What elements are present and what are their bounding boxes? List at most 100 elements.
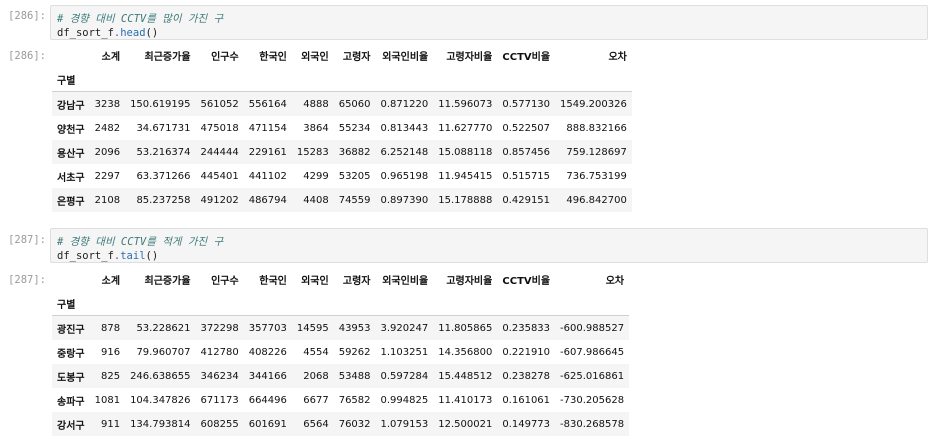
table-cell: 0.813443 bbox=[380, 122, 429, 134]
table-cell: 0.965198 bbox=[380, 170, 429, 182]
table-cell: 4299 bbox=[303, 170, 329, 182]
table-cell: 4888 bbox=[303, 98, 329, 110]
index-name: 구별 bbox=[52, 291, 90, 316]
table-cell: 36882 bbox=[338, 146, 371, 158]
table-cell: 4408 bbox=[303, 194, 329, 206]
table-cell: 2068 bbox=[303, 370, 329, 382]
table-cell: 15.088118 bbox=[438, 146, 493, 158]
table-cell: 372298 bbox=[200, 322, 239, 334]
code-parens: () bbox=[145, 27, 159, 39]
table-cell: 357703 bbox=[248, 322, 287, 334]
dataframe-output-table: 소계 최근증가율 인구수 한국인 외국인 고령자 외국인비율 고령자비율 CCTV비율 오차 구별 광… bbox=[52, 267, 630, 436]
table-row: 강서구 911 134.793814 608255 601691 6564 76032 1.0… bbox=[52, 412, 630, 436]
column-header: 최근증가율 bbox=[144, 275, 191, 287]
column-header: 고령자 bbox=[342, 275, 371, 287]
column-header: CCTV비율 bbox=[502, 51, 551, 63]
table-cell: 134.793814 bbox=[130, 418, 191, 430]
table-cell: -730.205628 bbox=[560, 394, 625, 406]
table-cell: -830.268578 bbox=[560, 418, 625, 430]
row-index-label: 용산구 bbox=[57, 148, 85, 160]
code-comment: # 경향 대비 CCTV를 많이 가진 구 bbox=[57, 13, 224, 25]
index-header-spacer bbox=[243, 291, 292, 316]
table-cell: 1081 bbox=[94, 394, 121, 406]
code-variable: df_sort_f bbox=[57, 250, 114, 262]
table-cell: 2297 bbox=[94, 170, 121, 182]
table-row: 은평구 2108 85.237258 491202 486794 4408 74559 0.8… bbox=[52, 188, 632, 212]
table-cell: 53488 bbox=[338, 370, 371, 382]
code-input-editor[interactable]: # 경향 대비 CCTV를 적게 가진 구 df_sort_f.tail() bbox=[50, 228, 928, 263]
code-method: tail bbox=[120, 250, 146, 262]
column-header: 고령자비율 bbox=[446, 275, 493, 287]
index-header-spacer bbox=[433, 291, 498, 316]
table-cell: 0.515715 bbox=[502, 170, 551, 182]
table-cell: 0.871220 bbox=[380, 98, 429, 110]
row-index-label: 광진구 bbox=[57, 324, 85, 336]
column-header: 한국인 bbox=[259, 275, 287, 287]
code-input-editor[interactable]: # 경향 대비 CCTV를 많이 가진 구 df_sort_f.head() bbox=[50, 5, 928, 40]
row-index-label: 은평구 bbox=[57, 196, 85, 208]
table-row: 중랑구 916 79.960707 412780 408226 4554 59262 1.10… bbox=[52, 340, 629, 364]
table-cell: 11.945415 bbox=[438, 170, 493, 182]
column-header: 소계 bbox=[101, 275, 121, 287]
index-header-spacer bbox=[497, 291, 556, 316]
table-row: 송파구 1081 104.347826 671173 664496 6677 76582 0.… bbox=[52, 388, 629, 412]
index-header-spacer bbox=[433, 67, 498, 92]
row-index-label: 강서구 bbox=[57, 420, 85, 432]
table-cell: 496.842700 bbox=[566, 194, 627, 206]
column-header: 소계 bbox=[101, 51, 121, 63]
table-cell: 561052 bbox=[200, 98, 239, 110]
column-header: 인구수 bbox=[211, 275, 239, 287]
index-header-blank bbox=[52, 267, 90, 291]
table-cell: 0.161061 bbox=[502, 394, 551, 406]
column-header: 외국인 bbox=[301, 51, 329, 63]
table-cell: 53.228621 bbox=[136, 322, 191, 334]
table-cell: 11.596073 bbox=[438, 98, 493, 110]
table-cell: 11.805865 bbox=[438, 322, 493, 334]
table-cell: 3.920247 bbox=[380, 322, 429, 334]
column-header: 오차 bbox=[608, 51, 627, 63]
table-cell: 53.216374 bbox=[136, 146, 191, 158]
column-header: 외국인비율 bbox=[382, 275, 429, 287]
table-cell: 412780 bbox=[200, 346, 239, 358]
column-header: 인구수 bbox=[211, 51, 239, 63]
table-cell: 486794 bbox=[248, 194, 287, 206]
code-line: df_sort_f.tail() bbox=[57, 249, 921, 263]
index-header-spacer bbox=[555, 67, 632, 92]
row-index-label: 서초구 bbox=[57, 172, 85, 184]
index-header-spacer bbox=[333, 67, 376, 92]
table-cell: 246.638655 bbox=[130, 370, 191, 382]
code-comment: # 경향 대비 CCTV를 적게 가진 구 bbox=[57, 236, 224, 248]
output-prompt: [286]: bbox=[8, 50, 46, 62]
table-row: 서초구 2297 63.371266 445401 441102 4299 53205 0.9… bbox=[52, 164, 632, 188]
code-variable: df_sort_f bbox=[57, 27, 114, 39]
table-cell: 14595 bbox=[296, 322, 329, 334]
index-header-spacer bbox=[375, 67, 434, 92]
index-header-spacer bbox=[291, 291, 334, 316]
table-cell: 74559 bbox=[338, 194, 371, 206]
table-cell: 63.371266 bbox=[136, 170, 191, 182]
row-index-label: 중랑구 bbox=[57, 348, 85, 360]
table-cell: 825 bbox=[100, 370, 121, 382]
table-cell: 55234 bbox=[338, 122, 371, 134]
column-header: 외국인 bbox=[301, 275, 329, 287]
table-row: 용산구 2096 53.216374 244444 229161 15283 36882 6.… bbox=[52, 140, 632, 164]
index-header-spacer bbox=[89, 67, 126, 92]
table-cell: 2482 bbox=[94, 122, 121, 134]
input-prompt: [286]: bbox=[8, 10, 46, 22]
table-cell: 6677 bbox=[303, 394, 329, 406]
index-header-spacer bbox=[375, 291, 434, 316]
input-prompt: [287]: bbox=[8, 234, 46, 246]
index-header-spacer bbox=[89, 291, 126, 316]
table-cell: 445401 bbox=[200, 170, 239, 182]
table-cell: 441102 bbox=[248, 170, 287, 182]
table-cell: 53205 bbox=[338, 170, 371, 182]
table-cell: 244444 bbox=[200, 146, 239, 158]
table-cell: -600.988527 bbox=[560, 322, 625, 334]
table-cell: 0.522507 bbox=[502, 122, 551, 134]
code-line: df_sort_f.head() bbox=[57, 26, 921, 40]
table-cell: 12.500021 bbox=[438, 418, 493, 430]
table-cell: 0.429151 bbox=[502, 194, 551, 206]
index-header-spacer bbox=[125, 67, 196, 92]
column-header: 고령자 bbox=[342, 51, 371, 63]
table-row: 강남구 3238 150.619195 561052 556164 4888 65060 0.… bbox=[52, 91, 632, 116]
